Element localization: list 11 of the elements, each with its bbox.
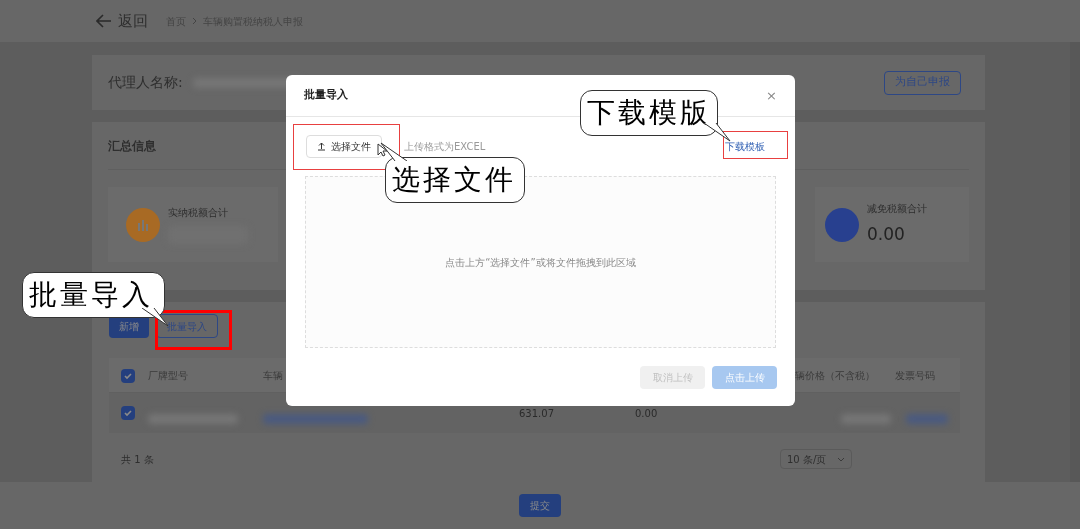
close-button[interactable]: × [766,85,777,106]
upload-hint: 上传格式为EXCEL [404,140,486,154]
section-title: 汇总信息 [108,137,156,155]
drop-zone-text: 点击上方“选择文件”或将文件拖拽到此区域 [445,255,636,270]
download-template-link[interactable]: 下载模板 [725,139,765,154]
table-cell-text: 631.07 [519,407,554,421]
stat-value: 0.00 [867,223,906,247]
back-link[interactable]: 返回 [118,9,148,33]
submit-button[interactable]: 提交 [519,494,561,517]
dialog-title: 批量导入 [304,87,348,104]
callout-bubble: 下载模版 [580,90,718,136]
